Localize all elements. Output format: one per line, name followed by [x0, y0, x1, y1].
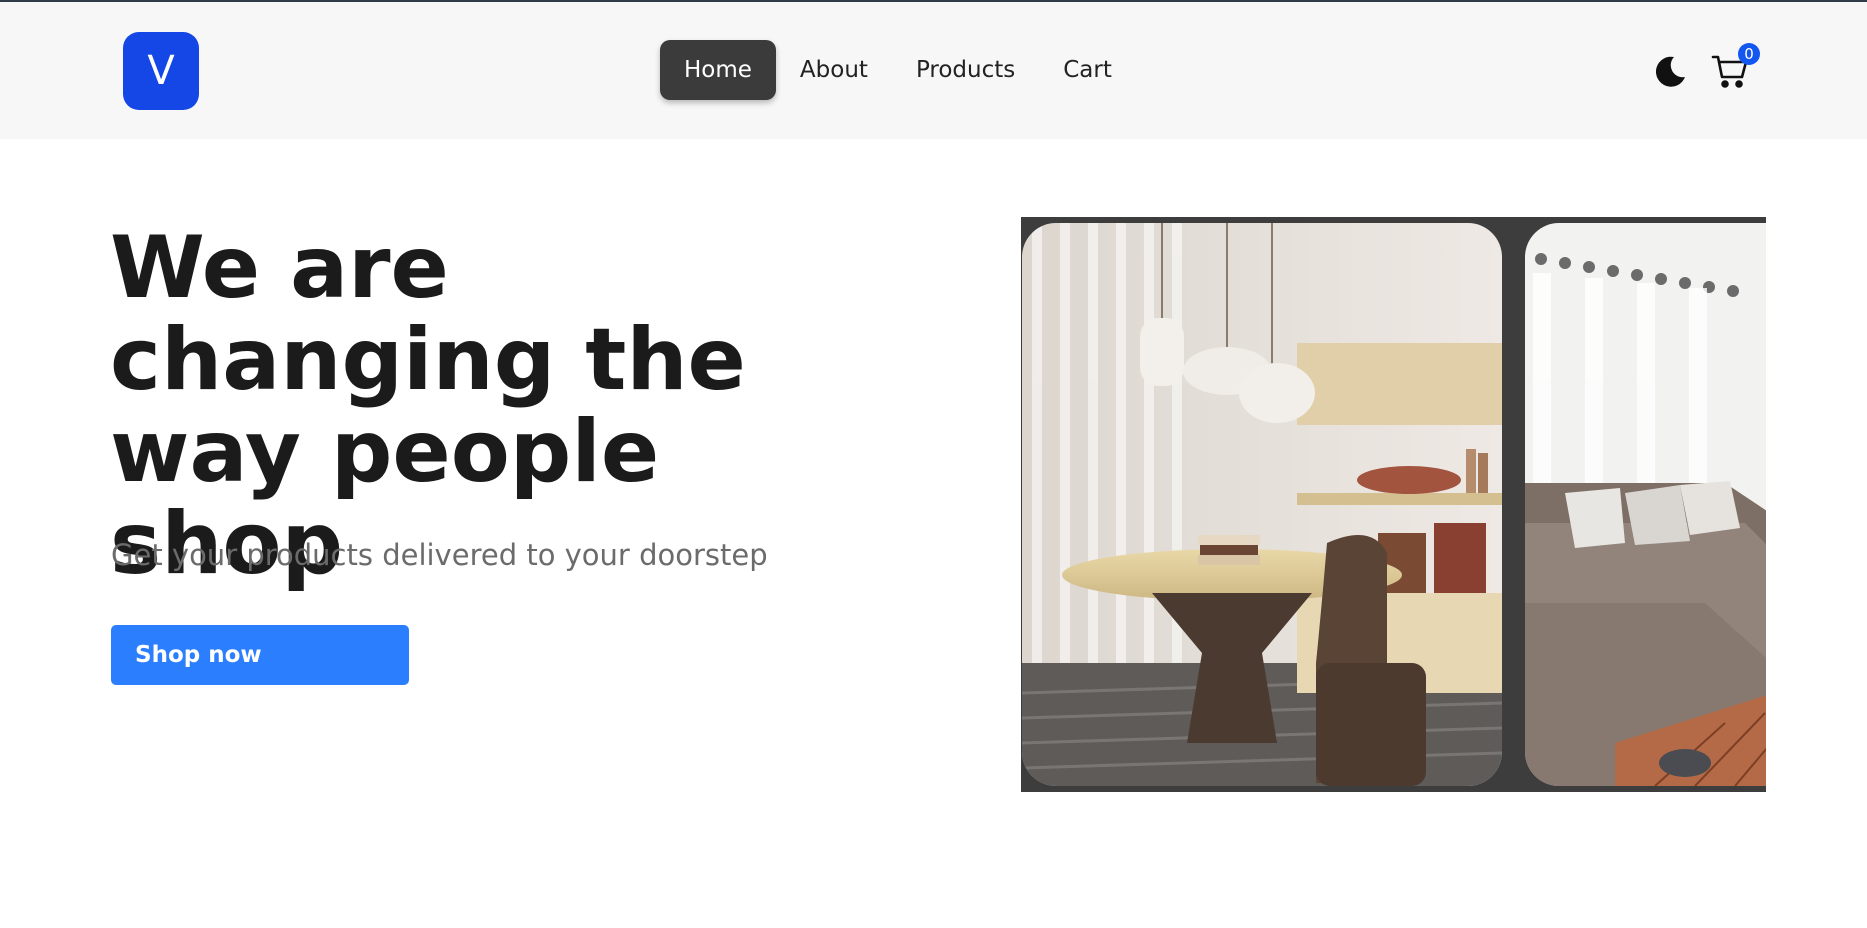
nav-links: Home About Products Cart	[660, 40, 1136, 100]
carousel-slide-living-room	[1525, 223, 1766, 786]
navbar: V Home About Products Cart 0	[0, 2, 1867, 139]
nav-about[interactable]: About	[776, 40, 892, 100]
dining-room-image	[1022, 223, 1502, 786]
cart-icon[interactable]: 0	[1710, 43, 1760, 91]
image-carousel[interactable]	[1021, 217, 1766, 792]
living-room-image	[1525, 223, 1766, 786]
shop-now-button[interactable]: Shop now	[111, 625, 409, 685]
hero-title: We are changing the way people shop	[110, 218, 746, 594]
navbar-icons: 0	[1650, 43, 1760, 96]
moon-icon[interactable]	[1650, 51, 1690, 91]
carousel-slide-dining-room	[1022, 223, 1502, 786]
logo[interactable]: V	[123, 32, 199, 110]
nav-home[interactable]: Home	[660, 40, 776, 100]
nav-products[interactable]: Products	[892, 40, 1039, 100]
hero-subtitle: Get your products delivered to your door…	[111, 538, 768, 572]
nav-cart[interactable]: Cart	[1039, 40, 1136, 100]
cart-count-badge: 0	[1738, 43, 1760, 65]
